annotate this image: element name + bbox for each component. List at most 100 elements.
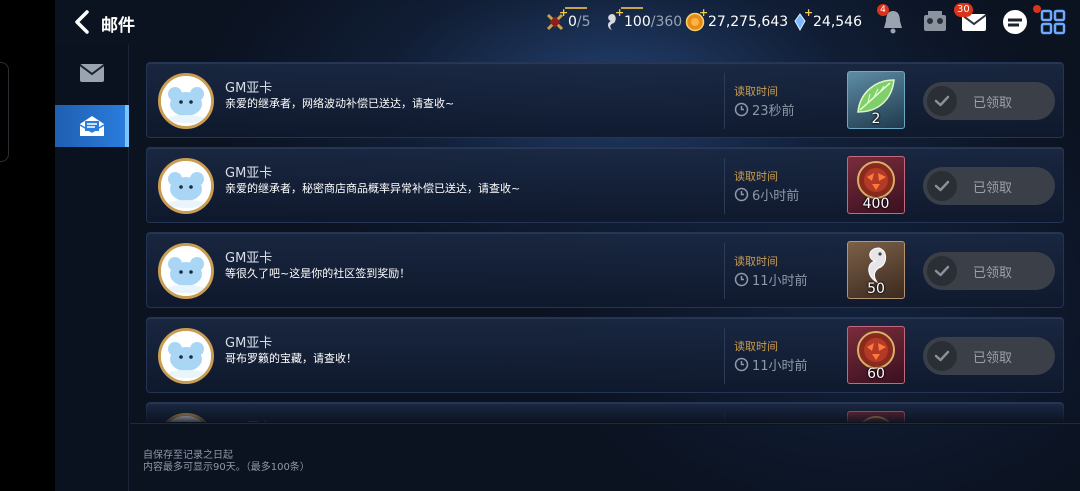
claimed-button[interactable]: 已领取 [923,337,1055,375]
mail-row[interactable]: GM亚卡 等很久了吧~这是你的社区签到奖励！ 读取时间 11小时前 50 已领取 [146,232,1064,308]
tab-inbox[interactable] [55,52,129,94]
read-time-value: 11小时前 [752,359,808,374]
sender-name: GM亚卡 [225,166,273,181]
check-icon [927,171,957,201]
clock-icon [734,357,749,372]
claimed-button[interactable]: 已领取 [923,167,1055,205]
reward-item[interactable]: 400 [847,156,905,214]
stamina-value: 0 [568,14,577,30]
reward-item[interactable]: 50 [847,241,905,299]
chat-button[interactable] [999,6,1031,38]
read-time: 23秒前 [734,100,795,119]
stamina-max: /5 [576,14,591,30]
back-button[interactable] [69,8,97,36]
check-icon [927,86,957,116]
clock-icon [734,187,749,202]
read-time-label: 读取时间 [734,255,778,268]
mail-button[interactable]: 30 [954,3,990,38]
group-icon [924,11,946,31]
mail-message: 亲爱的继承者，秘密商店商品概率异常补偿已送达，请查收~ [225,182,521,195]
seahorse-icon: + [601,6,643,32]
mail-row[interactable]: GM亚卡 亲爱的继承者，网络波动补偿已送达，请查收~ 读取时间 23秒前 2 已领取 [146,62,1064,138]
mail-row[interactable]: GM亚卡 哥布罗籁的宝藏，请查收！ 读取时间 11小时前 60 已领取 [146,317,1064,393]
tab-read-mail[interactable] [55,105,129,147]
app-window: 邮件 + 0/5 + 100/360 + 27,275,643 + 24,546… [55,0,1080,491]
crystal-icon: + [790,6,813,32]
mascot-icon [161,246,211,296]
crystal-value: 24,546 [813,14,862,30]
claimed-button[interactable]: 已领取 [923,252,1055,290]
crossed-swords-icon: + [545,6,587,32]
mail-message: 等很久了吧~这是你的社区签到奖励！ [225,267,411,280]
mascot-icon [161,161,211,211]
crystal-counter[interactable]: + 24,546 [790,6,862,34]
mail-message: 亲爱的继承者，网络波动补偿已送达，请查收~ [225,97,455,110]
avatar [158,158,214,214]
clock-icon [734,272,749,287]
grid-menu-icon [1040,9,1066,35]
read-time: 11小时前 [734,270,808,289]
check-icon [927,256,957,286]
check-icon [927,341,957,371]
energy-value: 100 [624,14,651,30]
reward-quantity: 2 [871,111,881,127]
envelope-icon [79,64,105,82]
avatar [158,73,214,129]
claimed-label: 已领取 [973,181,1013,196]
menu-button[interactable] [1033,5,1069,38]
reward-item[interactable]: 60 [847,326,905,384]
mail-badge: 30 [954,3,973,17]
divider [724,158,725,214]
top-bar: 邮件 + 0/5 + 100/360 + 27,275,643 + 24,546… [55,0,1080,44]
claimed-button[interactable]: 已领取 [923,82,1055,120]
energy-counter[interactable]: + 100/360 [601,6,683,34]
energy-max: /360 [650,14,683,30]
claimed-label: 已领取 [973,351,1013,366]
read-time: 6小时前 [734,185,799,204]
mail-row[interactable]: GM亚卡 亲爱的继承者，秘密商店商品概率异常补偿已送达，请查收~ 读取时间 6小时前 4… [146,147,1064,223]
notification-button[interactable]: 4 [877,4,909,38]
chevron-left-icon [75,10,89,34]
divider [130,423,1080,424]
gold-coin-icon: + [685,6,708,32]
read-time-value: 6小时前 [752,189,800,204]
read-time-label: 读取时间 [734,85,778,98]
divider [724,73,725,129]
clock-icon [734,102,749,117]
open-envelope-icon [79,116,105,136]
reward-quantity: 60 [867,366,885,382]
avatar [158,328,214,384]
mail-screen: 邮件 + 0/5 + 100/360 + 27,275,643 + 24,546… [0,0,1080,491]
chat-bubble-icon [1003,10,1027,34]
notification-badge: 4 [877,4,889,16]
sender-name: GM亚卡 [225,81,273,96]
mail-list[interactable]: GM亚卡 亲爱的继承者，网络波动补偿已送达，请查收~ 读取时间 23秒前 2 已领取 GM亚… [146,62,1064,422]
read-time-label: 读取时间 [734,340,778,353]
mail-message: 哥布罗籁的宝藏，请查收！ [225,352,357,365]
gold-value: 27,275,643 [708,14,789,30]
retention-note-limit: 内容最多可显示90天。（最多100条） [143,462,310,473]
read-time: 11小时前 [734,355,808,374]
read-time-value: 23秒前 [752,104,795,119]
sender-name: GM亚卡 [225,251,273,266]
reward-item[interactable]: 2 [847,71,905,129]
stamina-counter[interactable]: + 0/5 [545,6,591,34]
claimed-label: 已领取 [973,96,1013,111]
divider [724,328,725,384]
reward-quantity: 50 [867,281,885,297]
page-title: 邮件 [101,16,135,36]
sidebar [55,44,129,491]
mascot-icon [161,76,211,126]
read-time-label: 读取时间 [734,170,778,183]
gold-counter[interactable]: + 27,275,643 [685,6,789,34]
reward-quantity: 400 [862,196,890,212]
device-bezel [0,0,55,491]
claimed-label: 已领取 [973,266,1013,281]
read-time-value: 11小时前 [752,274,808,289]
mascot-icon [161,331,211,381]
sender-name: GM亚卡 [225,336,273,351]
guild-button[interactable] [919,6,951,38]
menu-alert-dot [1033,5,1041,13]
avatar [158,243,214,299]
divider [724,243,725,299]
